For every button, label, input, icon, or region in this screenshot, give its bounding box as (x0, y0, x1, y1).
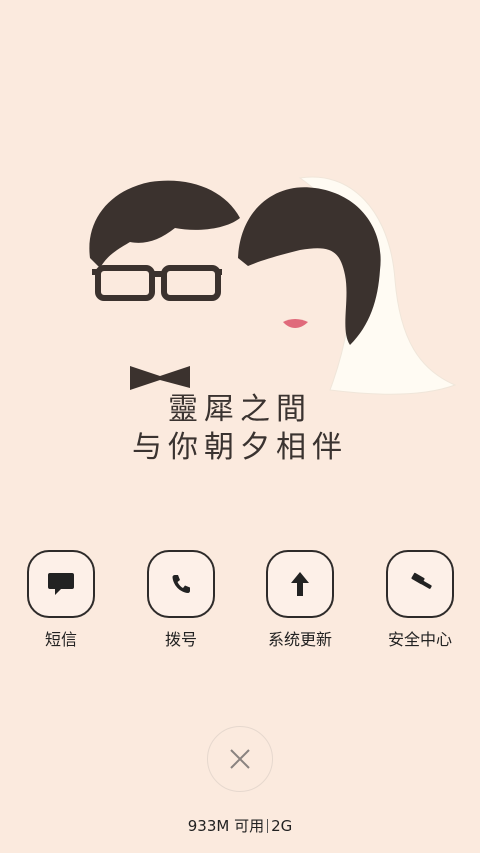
close-icon (230, 749, 250, 769)
arrow-up-icon (291, 572, 309, 596)
bow-tie (130, 366, 190, 390)
bride-lips (283, 319, 308, 328)
dialer-label: 拨号 (164, 630, 197, 649)
sms-label: 短信 (44, 630, 77, 649)
glasses (92, 265, 222, 301)
shortcut-system-update[interactable]: 系统更新 (245, 550, 355, 650)
bride-hair (238, 187, 381, 345)
lock-screen: 靈犀之間 与你朝夕相伴 短信 拨号 系统更新 安全中心 933M 可用 2G (0, 0, 480, 853)
chat-bubble-icon (48, 573, 74, 595)
shortcut-dock: 短信 拨号 系统更新 安全中心 (0, 550, 480, 660)
dialer-button[interactable] (147, 550, 215, 618)
tagline-line-2: 与你朝夕相伴 (132, 430, 348, 465)
status-line: 933M 可用 2G (0, 815, 480, 836)
security-center-label: 安全中心 (387, 630, 452, 649)
security-center-button[interactable] (386, 550, 454, 618)
groom-hair (89, 180, 241, 268)
close-button[interactable] (207, 726, 273, 792)
network-type: 2G (271, 817, 293, 835)
shortcut-security-center[interactable]: 安全中心 (365, 550, 475, 650)
gavel-icon (411, 572, 432, 589)
sms-button[interactable] (27, 550, 95, 618)
system-update-button[interactable] (266, 550, 334, 618)
shortcut-sms[interactable]: 短信 (6, 550, 116, 650)
phone-icon (172, 575, 190, 593)
shortcut-dialer[interactable]: 拨号 (126, 550, 236, 650)
system-update-label: 系统更新 (267, 630, 332, 649)
memory-available: 933M 可用 (187, 817, 265, 835)
divider (267, 819, 269, 833)
tagline-line-1: 靈犀之間 (168, 392, 312, 427)
